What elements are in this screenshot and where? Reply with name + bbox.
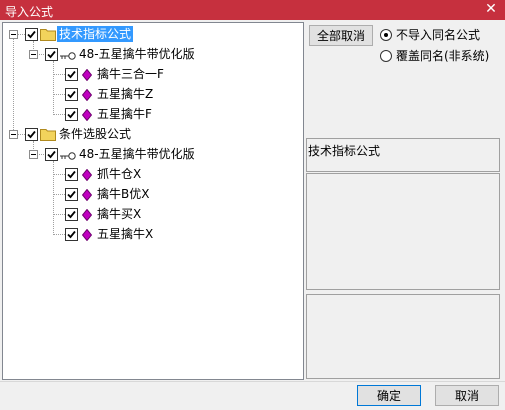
- gem-icon: [81, 168, 93, 182]
- tree-group-stock-screening[interactable]: 条件选股公式: [3, 126, 303, 144]
- tree-label[interactable]: 五星擒牛Z: [97, 86, 153, 102]
- tree-formula-node[interactable]: 48-五星擒牛带优化版: [3, 46, 303, 64]
- window-title: 导入公式: [5, 5, 54, 19]
- tree-item[interactable]: 擒牛B优X: [3, 186, 303, 204]
- info-panel-lower: [306, 294, 500, 379]
- info-title-panel: 技术指标公式: [306, 138, 500, 172]
- divider: [0, 381, 505, 382]
- tree-item[interactable]: 擒牛三合一F: [3, 66, 303, 84]
- tree-label[interactable]: 五星擒牛F: [97, 106, 152, 122]
- close-icon[interactable]: ✕: [483, 1, 499, 18]
- tree-label[interactable]: 五星擒牛X: [97, 226, 153, 242]
- checkbox[interactable]: [65, 168, 78, 181]
- tree-item[interactable]: 五星擒牛Z: [3, 86, 303, 104]
- checkbox[interactable]: [65, 228, 78, 241]
- gem-icon: [81, 228, 93, 242]
- checkbox[interactable]: [65, 188, 78, 201]
- checkbox[interactable]: [45, 48, 58, 61]
- tree-item[interactable]: 五星擒牛F: [3, 106, 303, 124]
- tree-label[interactable]: 48-五星擒牛带优化版: [79, 146, 195, 162]
- radio-overwrite-duplicates[interactable]: [380, 50, 392, 62]
- info-title: 技术指标公式: [308, 144, 381, 158]
- tree-label[interactable]: 抓牛仓X: [97, 166, 141, 182]
- checkbox[interactable]: [25, 128, 38, 141]
- collapse-toggle[interactable]: [9, 30, 18, 39]
- radio-label[interactable]: 不导入同名公式: [396, 28, 480, 42]
- gem-icon: [81, 108, 93, 122]
- collapse-toggle[interactable]: [29, 50, 38, 59]
- tree-item[interactable]: 抓牛仓X: [3, 166, 303, 184]
- radio-skip-duplicates[interactable]: [380, 29, 392, 41]
- gem-icon: [81, 208, 93, 222]
- title-bar: 导入公式 ✕: [0, 0, 505, 20]
- checkbox[interactable]: [65, 108, 78, 121]
- cancel-button[interactable]: 取消: [435, 385, 499, 406]
- checkbox[interactable]: [65, 208, 78, 221]
- gem-icon: [81, 68, 93, 82]
- tree-label[interactable]: 擒牛买X: [97, 206, 141, 222]
- tree-label[interactable]: 擒牛三合一F: [97, 66, 164, 82]
- tree-label[interactable]: 技术指标公式: [57, 26, 134, 42]
- tree-label[interactable]: 擒牛B优X: [97, 186, 149, 202]
- gem-icon: [81, 188, 93, 202]
- checkbox[interactable]: [65, 68, 78, 81]
- ok-button[interactable]: 确定: [357, 385, 421, 406]
- checkbox[interactable]: [65, 88, 78, 101]
- tree-formula-node[interactable]: 48-五星擒牛带优化版: [3, 146, 303, 164]
- collapse-toggle[interactable]: [29, 150, 38, 159]
- checkbox[interactable]: [25, 28, 38, 41]
- key-icon: [59, 50, 77, 60]
- tree-label[interactable]: 48-五星擒牛带优化版: [79, 46, 195, 62]
- formula-tree[interactable]: 技术指标公式 48-五星擒牛带优化版 擒牛三合一F 五星擒牛Z 五星擒牛F 条件…: [2, 22, 304, 380]
- info-panel-upper: [306, 173, 500, 290]
- deselect-all-button[interactable]: 全部取消: [309, 25, 373, 46]
- gem-icon: [81, 88, 93, 102]
- radio-label[interactable]: 覆盖同名(非系统): [396, 49, 489, 63]
- tree-item[interactable]: 五星擒牛X: [3, 226, 303, 244]
- checkbox[interactable]: [45, 148, 58, 161]
- folder-icon: [40, 27, 56, 41]
- key-icon: [59, 150, 77, 160]
- tree-label[interactable]: 条件选股公式: [59, 126, 131, 142]
- collapse-toggle[interactable]: [9, 130, 18, 139]
- tree-item[interactable]: 擒牛买X: [3, 206, 303, 224]
- folder-icon: [40, 127, 56, 141]
- tree-group-technical-indicators[interactable]: 技术指标公式: [3, 26, 303, 44]
